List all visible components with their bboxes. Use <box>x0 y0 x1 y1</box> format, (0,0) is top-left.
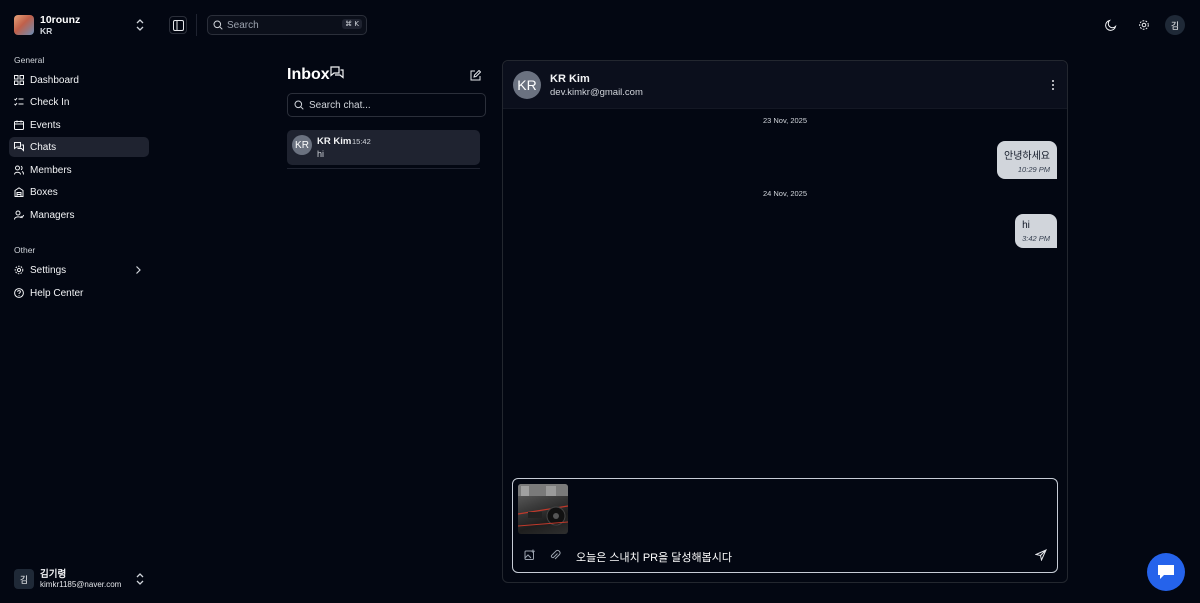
message-input[interactable]: 오늘은 스내치 PR을 달성해봅시다 <box>576 549 732 565</box>
topbar-divider <box>196 14 197 36</box>
manager-icon <box>14 210 24 220</box>
contact-email: dev.kimkr@gmail.com <box>550 87 643 98</box>
panel-left-icon <box>172 19 184 31</box>
sidebar-item-label: Managers <box>30 209 75 221</box>
attachment-thumbnail[interactable] <box>518 484 568 534</box>
team-name: 10rounz <box>40 13 81 26</box>
conversation-name: KR Kim <box>317 136 352 147</box>
message-composer[interactable]: 오늘은 스내치 PR을 달성해봅시다 <box>512 478 1058 573</box>
chevrons-up-down-icon <box>136 19 144 31</box>
sidebar-item-label: Dashboard <box>30 74 79 86</box>
chat-bubble-icon <box>1158 565 1174 579</box>
chats-icon <box>330 66 344 79</box>
sidebar-item-events[interactable]: Events <box>9 115 149 135</box>
settings-button[interactable] <box>1137 18 1151 32</box>
sidebar-item-label: Settings <box>30 264 67 276</box>
sidebar-item-members[interactable]: Members <box>9 160 149 180</box>
sidebar-item-label: Chats <box>30 141 57 153</box>
sidebar-item-label: Events <box>30 119 61 131</box>
user-avatar: 김 <box>14 569 34 589</box>
message-bubble: 안녕하세요 10:29 PM <box>997 141 1057 179</box>
conversation-item[interactable]: KR KR Kim 15:42 hi <box>287 130 480 165</box>
search-shortcut-badge: ⌘ K <box>342 19 362 29</box>
chat-icon <box>14 142 24 152</box>
sidebar-item-label: Help Center <box>30 287 84 299</box>
chat-search-placeholder: Search chat... <box>309 99 371 111</box>
conversation-time: 15:42 <box>352 137 371 146</box>
sidebar-item-boxes[interactable]: Boxes <box>9 182 149 202</box>
conversation-last-message: hi <box>317 149 325 159</box>
global-search-placeholder: Search <box>227 19 259 31</box>
user-menu[interactable]: 김 김기령 kimkr1185@naver.com <box>14 566 149 592</box>
chevron-right-icon <box>136 266 141 274</box>
chat-search-input[interactable]: Search chat... <box>287 93 486 117</box>
contact-name: KR Kim <box>550 73 590 85</box>
sidebar-item-label: Check In <box>30 96 70 108</box>
gear-icon <box>14 265 24 275</box>
message-text: hi <box>1022 220 1030 231</box>
other-section-label: Other <box>14 245 36 255</box>
gear-icon <box>1139 20 1149 30</box>
more-options-icon[interactable] <box>1051 79 1055 91</box>
team-region: KR <box>40 25 53 36</box>
members-icon <box>14 165 24 175</box>
compose-icon[interactable] <box>470 70 481 81</box>
sidebar-item-label: Members <box>30 164 72 176</box>
dashboard-icon <box>14 75 24 85</box>
sidebar-item-settings[interactable]: Settings <box>9 260 149 280</box>
contact-avatar: KR <box>513 71 541 99</box>
search-icon <box>213 20 223 30</box>
gym-photo-image <box>518 484 568 527</box>
message-text: 안녕하세요 <box>1004 151 1050 162</box>
profile-avatar-button[interactable]: 김 <box>1165 15 1185 35</box>
team-switcher[interactable]: 10rounz KR <box>8 10 149 40</box>
support-chat-button[interactable] <box>1147 553 1185 591</box>
sidebar: 10rounz KR General Dashboard Check In Ev… <box>0 0 157 603</box>
message-time: 3:42 PM <box>1022 234 1050 243</box>
message-time: 10:29 PM <box>1017 165 1050 174</box>
moon-icon <box>1105 19 1117 31</box>
search-icon <box>294 100 304 110</box>
conversation-divider <box>287 168 480 169</box>
send-icon[interactable] <box>1035 549 1047 561</box>
sidebar-item-managers[interactable]: Managers <box>9 205 149 225</box>
global-search-input[interactable]: Search ⌘ K <box>207 15 367 35</box>
user-email: kimkr1185@naver.com <box>40 579 122 589</box>
box-icon <box>14 187 24 197</box>
inbox-title: Inbox <box>287 66 330 83</box>
help-icon <box>14 288 24 298</box>
sidebar-item-dashboard[interactable]: Dashboard <box>9 70 149 90</box>
sidebar-item-help-center[interactable]: Help Center <box>9 283 149 303</box>
conversation-avatar: KR <box>292 135 312 155</box>
add-image-icon[interactable] <box>524 549 536 561</box>
message-bubble: hi 3:42 PM <box>1015 214 1057 248</box>
sidebar-item-check-in[interactable]: Check In <box>9 92 149 112</box>
user-name: 김기령 <box>40 568 67 580</box>
sidebar-toggle-button[interactable] <box>169 16 187 34</box>
date-separator: 23 Nov, 2025 <box>762 116 808 125</box>
sidebar-item-chats[interactable]: Chats <box>9 137 149 157</box>
theme-toggle-button[interactable] <box>1104 18 1118 32</box>
chat-header: KR KR Kim dev.kimkr@gmail.com <box>503 61 1067 109</box>
chat-panel: KR KR Kim dev.kimkr@gmail.com 23 Nov, 20… <box>502 60 1068 583</box>
team-logo <box>14 15 34 35</box>
calendar-icon <box>14 120 24 130</box>
check-list-icon <box>14 97 24 106</box>
chevrons-up-down-icon <box>136 573 144 585</box>
sidebar-item-label: Boxes <box>30 186 58 198</box>
paperclip-icon[interactable] <box>549 549 561 561</box>
general-section-label: General <box>14 55 45 65</box>
date-separator: 24 Nov, 2025 <box>762 189 808 198</box>
